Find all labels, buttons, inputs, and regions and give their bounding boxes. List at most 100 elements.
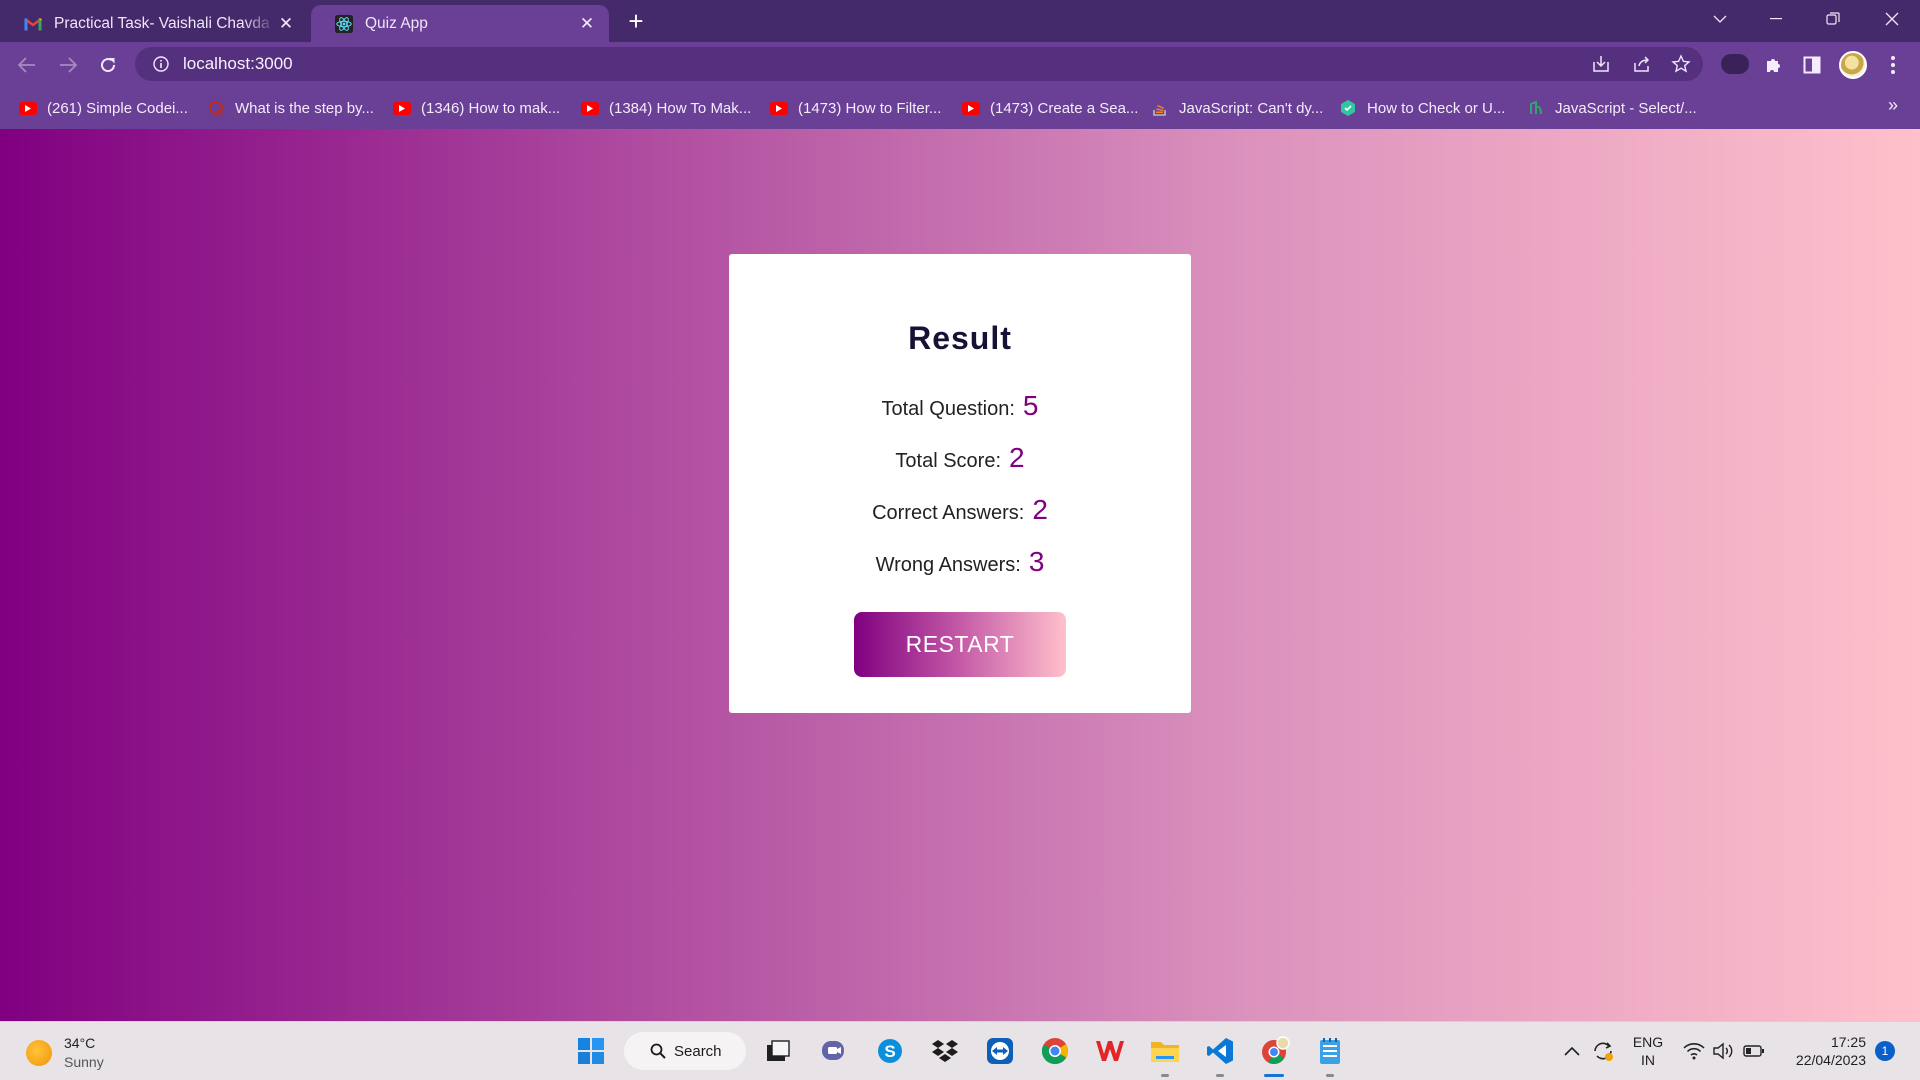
search-label: Search — [674, 1042, 722, 1060]
bookmark-item[interactable]: How to Check or U... — [1339, 96, 1505, 120]
region-code: IN — [1641, 1052, 1655, 1068]
windows-taskbar: 34°C Sunny Search S ENG IN 17:25 22/04/2… — [0, 1021, 1920, 1080]
bookmark-item[interactable]: (1473) How to Filter... — [770, 96, 941, 120]
clock-date: 22/04/2023 — [1795, 1052, 1866, 1068]
notepad-icon[interactable] — [1313, 1034, 1347, 1068]
bookmarks-bar: (261) Simple Codei... What is the step b… — [0, 87, 1920, 129]
volume-icon[interactable] — [1706, 1034, 1740, 1068]
notification-badge[interactable]: 1 — [1875, 1041, 1895, 1061]
extension-icon[interactable] — [1721, 54, 1749, 74]
tab-quiz-app[interactable]: Quiz App ✕ — [311, 5, 609, 42]
total-question-row: Total Question: 5 — [729, 390, 1191, 422]
back-icon[interactable] — [12, 50, 42, 80]
bookmark-item[interactable]: What is the step by... — [207, 96, 374, 120]
windows-start-icon[interactable] — [574, 1034, 608, 1068]
bookmark-label: JavaScript: Can't dy... — [1179, 99, 1324, 117]
bookmark-item[interactable]: (1473) Create a Sea... — [962, 96, 1138, 120]
running-indicator — [1216, 1074, 1224, 1077]
youtube-icon — [19, 101, 37, 115]
teamviewer-icon[interactable] — [983, 1034, 1017, 1068]
address-bar[interactable]: localhost:3000 — [135, 47, 1703, 81]
vscode-icon[interactable] — [1203, 1034, 1237, 1068]
extensions-puzzle-icon[interactable] — [1758, 50, 1788, 80]
close-icon[interactable]: ✕ — [577, 14, 597, 34]
close-window-icon[interactable] — [1864, 0, 1920, 38]
chevron-up-icon[interactable] — [1555, 1034, 1589, 1068]
weather-widget[interactable]: 34°C Sunny — [26, 1034, 104, 1072]
wrong-answers-row: Wrong Answers: 3 — [729, 546, 1191, 578]
bookmark-star-icon[interactable] — [1669, 52, 1693, 76]
close-icon[interactable]: ✕ — [276, 14, 296, 34]
active-indicator — [1264, 1074, 1284, 1077]
share-icon[interactable] — [1630, 52, 1654, 76]
total-score-row: Total Score: 2 — [729, 442, 1191, 474]
total-score-value: 2 — [1009, 442, 1025, 473]
tab-practical-task[interactable]: Practical Task- Vaishali Chavda - V ✕ — [0, 5, 308, 42]
sun-icon — [26, 1040, 52, 1066]
svg-text:S: S — [884, 1042, 895, 1061]
bookmark-label: What is the step by... — [235, 99, 374, 117]
bookmark-item[interactable]: JavaScript - Select/... — [1527, 96, 1697, 120]
restart-button[interactable]: RESTART — [854, 612, 1066, 677]
tab-search-icon[interactable] — [1692, 0, 1748, 38]
quora-icon — [207, 100, 225, 116]
running-indicator — [1326, 1074, 1334, 1077]
minimize-icon[interactable] — [1748, 0, 1804, 38]
bookmark-item[interactable]: JavaScript: Can't dy... — [1151, 96, 1323, 120]
result-heading: Result — [908, 320, 1012, 356]
side-panel-icon[interactable] — [1797, 50, 1827, 80]
bookmark-item[interactable]: (1384) How To Mak... — [581, 96, 751, 120]
language-code: ENG — [1632, 1034, 1664, 1050]
tab-title: Quiz App — [365, 14, 428, 32]
bookmark-label: (1384) How To Mak... — [609, 99, 752, 117]
taskbar-search[interactable]: Search — [624, 1032, 746, 1070]
dropbox-icon[interactable] — [928, 1034, 962, 1068]
react-icon — [335, 14, 353, 33]
chrome-icon[interactable] — [1038, 1034, 1072, 1068]
wrong-answers-label: Wrong Answers: — [875, 554, 1021, 576]
clock[interactable]: 17:25 22/04/2023 — [1778, 1033, 1866, 1069]
task-view-icon[interactable] — [761, 1034, 795, 1068]
bookmark-label: (1346) How to mak... — [421, 99, 561, 117]
bookmark-label: How to Check or U... — [1367, 99, 1506, 117]
forward-icon[interactable] — [53, 50, 83, 80]
language-indicator[interactable]: ENG IN — [1628, 1033, 1668, 1069]
bookmark-label: JavaScript - Select/... — [1555, 99, 1697, 117]
total-question-value: 5 — [1022, 390, 1039, 421]
wrong-answers-value: 3 — [1028, 546, 1045, 577]
bookmark-item[interactable]: (1346) How to mak... — [393, 96, 560, 120]
total-question-label: Total Question: — [881, 398, 1015, 420]
correct-answers-row: Correct Answers: 2 — [729, 494, 1191, 526]
bookmark-label: (261) Simple Codei... — [47, 99, 188, 117]
search-icon — [650, 1043, 666, 1059]
new-tab-button[interactable]: + — [622, 8, 650, 36]
bookmark-shield-icon — [1339, 100, 1357, 116]
bookmark-label: (1473) Create a Sea... — [990, 99, 1139, 117]
youtube-icon — [393, 101, 411, 115]
correct-answers-value: 2 — [1032, 494, 1048, 525]
browser-toolbar: localhost:3000 — [0, 42, 1920, 87]
menu-dots-icon[interactable] — [1878, 50, 1908, 80]
reload-icon[interactable] — [93, 50, 123, 80]
install-app-icon[interactable] — [1589, 52, 1613, 76]
bookmark-item[interactable]: (261) Simple Codei... — [19, 96, 188, 120]
sync-icon[interactable] — [1586, 1034, 1620, 1068]
quiz-page: Result Total Question: 5 Total Score: 2 … — [0, 129, 1920, 1021]
teams-chat-icon[interactable] — [817, 1034, 851, 1068]
temperature: 34°C — [64, 1035, 96, 1051]
file-explorer-icon[interactable] — [1148, 1034, 1182, 1068]
skype-icon[interactable]: S — [873, 1034, 907, 1068]
youtube-icon — [581, 101, 599, 115]
more-bookmarks-icon[interactable]: » — [1888, 95, 1898, 116]
wps-office-icon[interactable] — [1093, 1034, 1127, 1068]
chrome-profile-icon[interactable] — [1258, 1034, 1292, 1068]
battery-icon[interactable] — [1737, 1034, 1771, 1068]
profile-avatar[interactable] — [1839, 51, 1867, 79]
youtube-icon — [770, 101, 788, 115]
bookmark-site-icon — [1527, 100, 1545, 115]
restore-icon[interactable] — [1805, 0, 1861, 38]
site-info-icon[interactable] — [153, 56, 169, 72]
clock-time: 17:25 — [1830, 1034, 1866, 1050]
gmail-icon — [24, 15, 42, 33]
weather-condition: Sunny — [64, 1054, 104, 1070]
